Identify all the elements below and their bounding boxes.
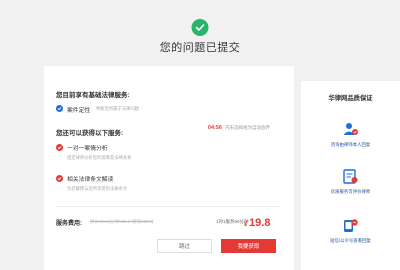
enjoyed-item-desc: 判断您所属于法律问题 (96, 106, 139, 111)
service-option-2-title[interactable]: 相关法律条文解读 (67, 174, 113, 183)
service-option-2-check-icon[interactable] (56, 175, 63, 182)
available-services-heading: 您还可以获得以下服务: (56, 130, 124, 137)
check-icon (56, 105, 63, 112)
countdown-timer: 04:56 内未选择视为自动放弃 (208, 125, 270, 131)
guarantee-item-2: 优质服务可评价律师 (330, 189, 371, 194)
currency-symbol: ¥ (244, 222, 248, 228)
guarantee-item-3: 短信/公众号查看回复 (330, 238, 371, 243)
original-price: 原价¥98.0(分析¥60.0+解读¥38.0) (90, 219, 154, 224)
final-price: ¥19.8 (244, 213, 270, 231)
certificate-icon (342, 168, 359, 185)
service-option-2-desc: 为您解释与您所享受的法律条文 (67, 186, 128, 191)
lawyer-user-icon (342, 121, 359, 138)
message-phone-icon (342, 217, 359, 234)
divider (56, 206, 280, 207)
service-option-1-check-icon[interactable] (56, 144, 63, 151)
page-title: 您的问题已提交 (159, 42, 241, 54)
success-check-icon (191, 19, 209, 36)
countdown-time: 04:56 (207, 125, 222, 131)
service-option-1-desc: 指定律师分析您的案情及法律关系 (67, 155, 132, 160)
countdown-text: 内未选择视为自动放弃 (225, 125, 270, 130)
service-option-1-title[interactable]: 一对一案情分析 (67, 143, 108, 152)
guarantee-title: 华律网品质保证 (328, 95, 373, 102)
enjoyed-services-heading: 您目前享有基础法律服务: (56, 92, 130, 99)
enjoyed-item-title: 案件定性 (67, 108, 91, 114)
buy-button[interactable]: 我要获取 (221, 239, 276, 253)
quality-guarantee-panel: 华律网品质保证 咨询由律师本人回复 优质服务可评价律师 短信/公众号查看回复 (301, 81, 400, 270)
skip-button[interactable]: 跳过 (157, 239, 212, 253)
fee-label: 服务费用: (56, 221, 82, 227)
price-value: 19.8 (249, 217, 271, 229)
guarantee-item-1: 咨询由律师本人回复 (330, 142, 371, 147)
service-card: 您目前享有基础法律服务: 案件定性 判断您所属于法律问题 您还可以获得以下服务:… (44, 66, 294, 270)
